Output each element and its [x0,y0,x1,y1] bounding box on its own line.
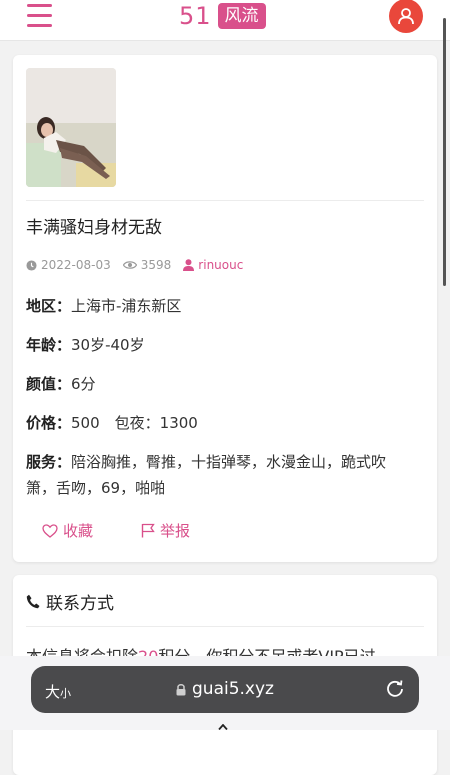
field-value: 500 包夜：1300 [71,414,198,432]
post-title: 丰满骚妇身材无敌 [26,218,162,238]
reload-icon[interactable] [385,678,405,698]
divider [26,200,424,201]
address-bar[interactable]: 大小 guai5.xyz [31,666,419,713]
field-age: 年龄：30岁-40岁 [26,332,406,358]
post-photo[interactable] [26,68,116,187]
post-views: 3598 [122,258,172,272]
eye-icon [122,261,137,269]
flag-icon [141,523,155,538]
field-value: 30岁-40岁 [71,336,145,354]
field-looks: 颜值：6分 [26,371,406,397]
user-icon [183,259,195,271]
top-bar: 51 风流 [0,0,450,41]
field-services: 服务：陪浴胸推，臀推，十指弹琴，水漫金山，跪式吹箫，舌吻，69，啪啪 [26,449,406,501]
user-button[interactable] [389,0,423,33]
field-label: 价格： [26,414,72,432]
report-button[interactable]: 举报 [141,520,190,541]
heart-icon [42,523,58,538]
post-date: 2022-08-03 [26,258,111,272]
post-author[interactable]: rinuouc [183,258,243,272]
field-label: 颜值： [26,375,72,393]
field-region: 地区：上海市-浦东新区 [26,293,406,319]
user-icon [398,8,414,25]
post-actions: 收藏 举报 [42,520,190,541]
field-label: 地区： [26,297,72,315]
views-count: 3598 [140,258,172,272]
field-price: 价格：500 包夜：1300 [26,410,406,436]
phone-icon [26,594,40,609]
favorite-button[interactable]: 收藏 [42,520,93,541]
report-label: 举报 [160,522,191,540]
brand-tag: 风流 [217,3,266,29]
date-text: 2022-08-03 [41,258,111,272]
hamburger-menu-icon[interactable] [27,4,52,27]
url-text: guai5.xyz [192,679,274,699]
post-card: 丰满骚妇身材无敌 2022-08-03 3598 rinuouc 地区：上海市-… [13,55,437,562]
field-label: 年龄： [26,336,72,354]
site-logo[interactable]: 51 风流 [179,1,266,31]
scrollbar[interactable] [443,18,446,286]
post-meta: 2022-08-03 3598 rinuouc [26,258,255,272]
favorite-label: 收藏 [63,522,94,540]
divider [26,626,424,627]
field-label: 服务： [26,453,72,471]
field-value: 上海市-浦东新区 [71,297,182,315]
field-value: 6分 [71,375,96,393]
author-name: rinuouc [198,258,244,272]
clock-icon [26,259,37,271]
lock-icon [176,683,186,695]
contact-heading-text: 联系方式 [46,594,114,614]
brand-number: 51 [179,2,212,30]
field-value: 陪浴胸推，臀推，十指弹琴，水漫金山，跪式吹箫，舌吻，69，啪啪 [26,453,387,497]
chevron-up-icon[interactable] [218,724,228,730]
contact-heading: 联系方式 [26,589,114,614]
url-display[interactable]: guai5.xyz [31,679,419,699]
